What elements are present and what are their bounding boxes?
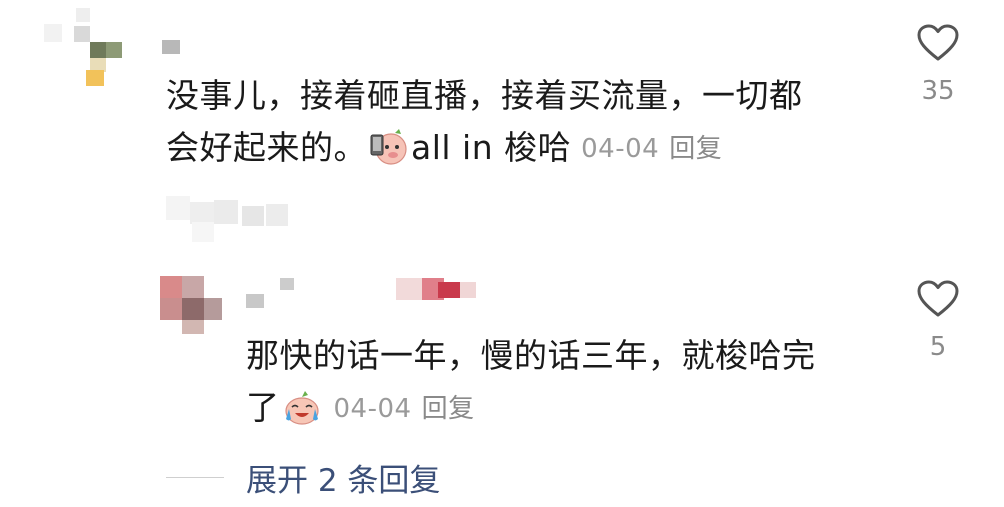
- comment-date: 04-04: [581, 134, 660, 164]
- username-redacted[interactable]: [246, 278, 486, 308]
- expand-replies-row[interactable]: 展开 2 条回复: [166, 455, 440, 500]
- comment-text-line: 那快的话一年，慢的话三年，就梭哈完: [246, 336, 816, 375]
- like-count: 5: [929, 332, 947, 362]
- like-control[interactable]: 35: [908, 24, 968, 106]
- like-count: 35: [921, 76, 955, 106]
- comment-date: 04-04: [333, 394, 412, 424]
- comment-text-line: 没事儿，接着砸直播，接着买流量，一切都: [166, 76, 803, 115]
- reply-button[interactable]: 回复: [422, 394, 475, 424]
- divider: [166, 477, 224, 478]
- heart-icon[interactable]: [917, 24, 959, 62]
- comment-text-line: 会好起来的。: [166, 128, 367, 167]
- like-control[interactable]: 5: [908, 280, 968, 362]
- username-redacted[interactable]: [162, 40, 182, 56]
- comment-text-line: 了: [246, 388, 280, 427]
- avatar[interactable]: [44, 8, 122, 86]
- expand-replies-button[interactable]: 展开 2 条回复: [246, 455, 440, 500]
- heart-icon[interactable]: [917, 280, 959, 318]
- crying-laughing-emoji-icon: [284, 391, 319, 425]
- comment-text-after-emoji: all in 梭哈: [411, 128, 572, 167]
- reply-button[interactable]: 回复: [669, 134, 722, 164]
- avatar[interactable]: [160, 276, 230, 336]
- comment-body: 没事儿，接着砸直播，接着买流量，一切都 会好起来的。 all in 梭哈 04-0…: [166, 70, 886, 175]
- comment-section: 没事儿，接着砸直播，接着买流量，一切都 会好起来的。 all in 梭哈 04-0…: [0, 0, 1004, 507]
- phone-pig-emoji-icon: [370, 129, 407, 165]
- reply-body: 那快的话一年，慢的话三年，就梭哈完 了 04-04 回复: [246, 330, 886, 435]
- redacted-content: [166, 196, 306, 246]
